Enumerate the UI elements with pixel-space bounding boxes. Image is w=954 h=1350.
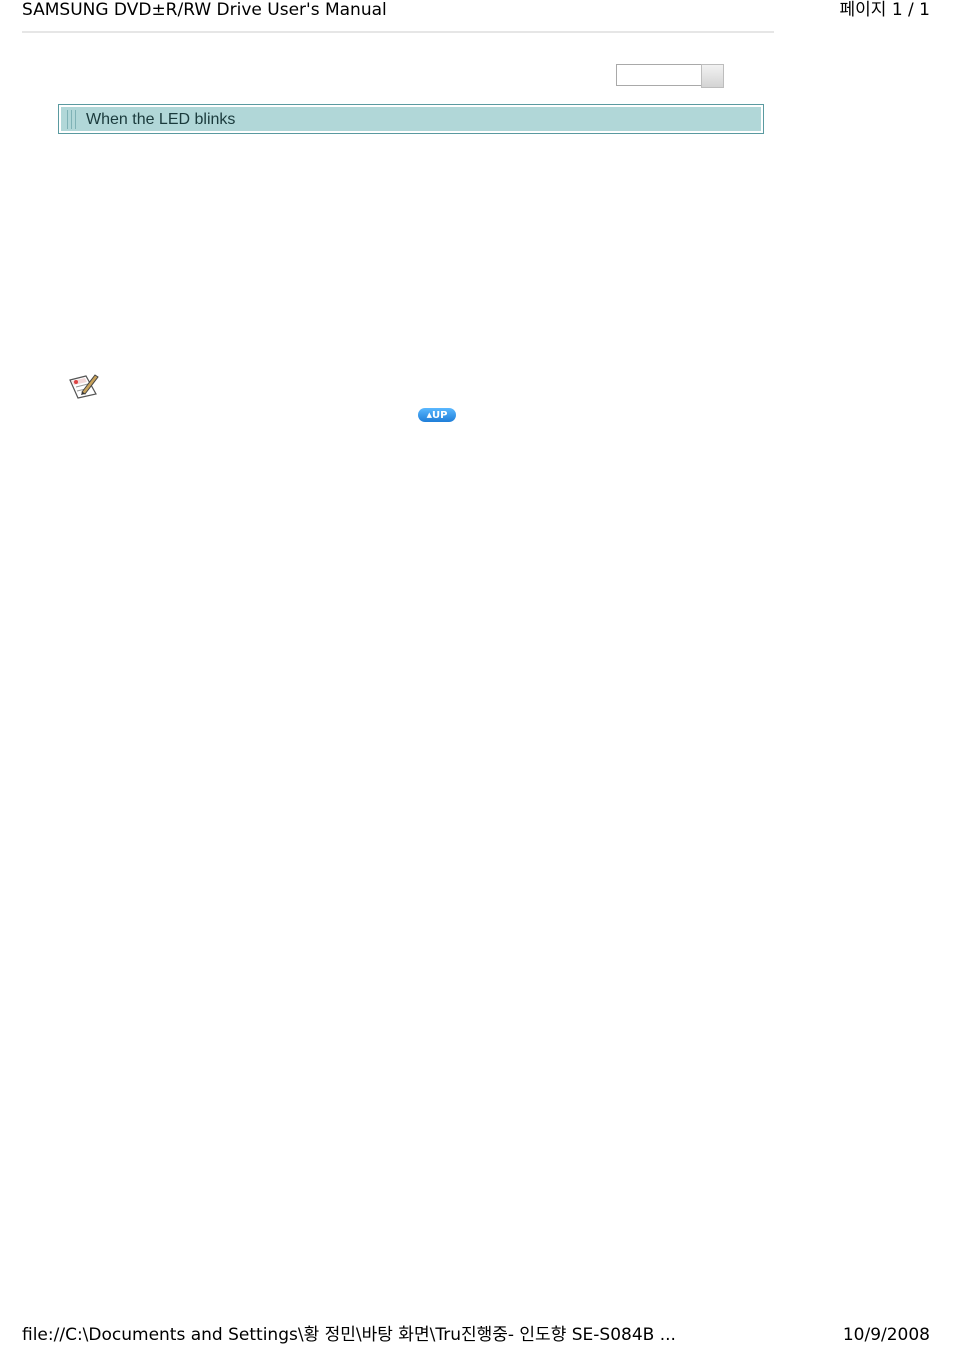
select-dropdown-button[interactable] bbox=[701, 64, 724, 88]
up-button[interactable]: ▲UP bbox=[418, 408, 456, 422]
file-path: file://C:\Documents and Settings\황 정민\바탕… bbox=[22, 1325, 676, 1345]
up-button-label: UP bbox=[431, 410, 448, 421]
section-header: When the LED blinks bbox=[58, 104, 764, 134]
header-divider bbox=[22, 31, 774, 33]
section-header-fill: When the LED blinks bbox=[61, 107, 761, 131]
document-title: SAMSUNG DVD±R/RW Drive User's Manual bbox=[22, 0, 387, 20]
note-pencil-icon bbox=[69, 374, 99, 399]
grip-icon bbox=[67, 110, 79, 129]
section-title: When the LED blinks bbox=[86, 111, 236, 128]
page-indicator: 페이지 1 / 1 bbox=[839, 0, 931, 20]
print-date: 10/9/2008 bbox=[842, 1325, 930, 1345]
